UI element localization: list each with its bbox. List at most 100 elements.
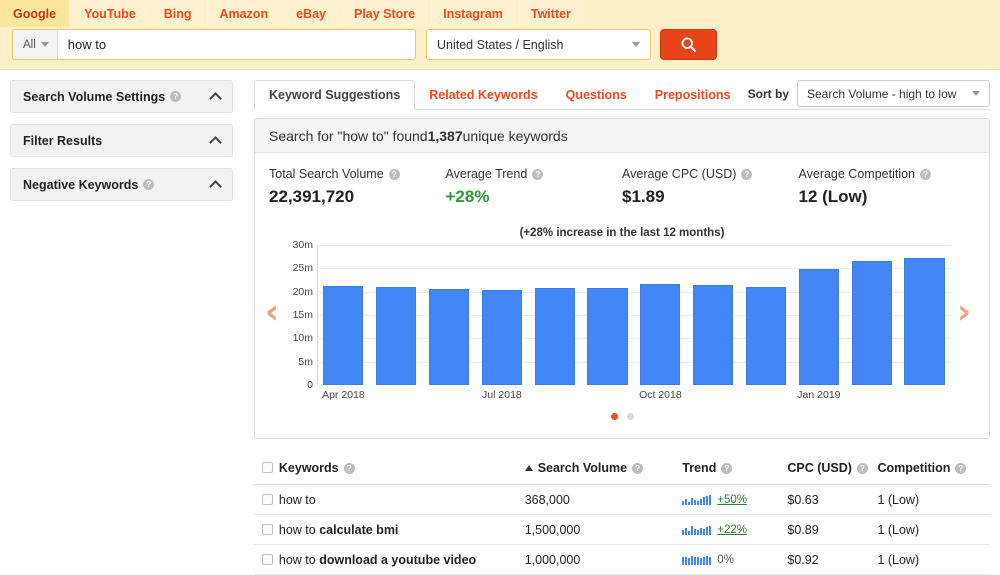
chart-bar[interactable] bbox=[376, 287, 417, 385]
chevron-left-icon: ‹ bbox=[265, 292, 280, 332]
engine-tab-youtube[interactable]: YouTube bbox=[71, 0, 151, 27]
keyword-highlight: calculate bmi bbox=[319, 522, 399, 537]
stat-average-cpc-usd: Average CPC (USD)? $1.89 bbox=[622, 167, 799, 207]
keyword-prefix: how to bbox=[278, 522, 320, 537]
help-icon[interactable]: ? bbox=[632, 462, 644, 474]
sidebar-panel-filter-results[interactable]: Filter Results bbox=[10, 124, 233, 157]
column-header-search-volume[interactable]: Search Volume? bbox=[524, 460, 683, 475]
engine-tab-ebay[interactable]: eBay bbox=[283, 0, 341, 27]
search-input[interactable] bbox=[57, 31, 415, 58]
stat-average-trend: Average Trend? +28% bbox=[446, 167, 623, 207]
engine-tab-google[interactable]: Google bbox=[0, 0, 72, 27]
summary-keyword-count: 1,387 bbox=[427, 127, 463, 144]
stat-value: 12 (Low) bbox=[798, 187, 868, 206]
scope-dropdown[interactable]: All bbox=[13, 30, 58, 59]
column-header-competition[interactable]: Competition? bbox=[877, 461, 990, 475]
help-icon[interactable]: ? bbox=[388, 169, 400, 180]
help-icon[interactable]: ? bbox=[920, 169, 932, 180]
chart-bar[interactable] bbox=[693, 285, 734, 385]
cell-cpc: $0.89 bbox=[787, 522, 819, 537]
row-checkbox[interactable] bbox=[262, 524, 273, 535]
chart-bar-cell bbox=[528, 245, 581, 385]
chart-bar[interactable] bbox=[640, 284, 681, 385]
help-icon[interactable]: ? bbox=[955, 462, 967, 474]
table-body: how to 368,000 +50% $0.63 1 (Low) how to calc… bbox=[254, 485, 990, 575]
tab-related-keywords[interactable]: Related Keywords bbox=[415, 81, 551, 109]
chart-bar[interactable] bbox=[534, 288, 575, 385]
stat-label: Average Competition? bbox=[799, 167, 976, 181]
help-icon[interactable]: ? bbox=[741, 169, 753, 180]
keyword-prefix: how to bbox=[278, 552, 320, 567]
column-header-trend[interactable]: Trend? bbox=[682, 461, 787, 475]
sidebar-panel-negative-keywords[interactable]: Negative Keywords? bbox=[10, 168, 233, 201]
chart-bar[interactable] bbox=[798, 269, 839, 385]
chart-x-tick: Jan 2019 bbox=[797, 389, 841, 401]
chart-bar[interactable] bbox=[745, 287, 787, 385]
chevron-up-icon bbox=[209, 92, 222, 105]
chart-bar-cell bbox=[317, 245, 370, 385]
search-button[interactable] bbox=[660, 29, 717, 60]
search-row: All United States / English bbox=[12, 29, 717, 60]
trend-percent[interactable]: +22% bbox=[717, 524, 747, 536]
chart-bar[interactable] bbox=[587, 288, 628, 385]
summary-stats: Total Search Volume? 22,391,720 Average Tr… bbox=[255, 153, 989, 209]
cell-search-volume: 1,500,000 bbox=[524, 522, 581, 537]
chart-x-tick: Apr 2018 bbox=[322, 389, 365, 401]
help-icon[interactable]: ? bbox=[343, 462, 355, 474]
sidebar-panel-title: Search Volume Settings bbox=[23, 89, 166, 104]
engine-tab-instagram[interactable]: Instagram bbox=[430, 0, 518, 27]
help-icon[interactable]: ? bbox=[856, 462, 868, 474]
carousel-dot[interactable] bbox=[626, 413, 634, 420]
chart-bar[interactable] bbox=[481, 289, 522, 385]
help-icon[interactable]: ? bbox=[721, 462, 733, 474]
tab-questions[interactable]: Questions bbox=[552, 81, 641, 109]
tab-keyword-suggestions[interactable]: Keyword Suggestions bbox=[254, 80, 416, 110]
engine-tab-play-store[interactable]: Play Store bbox=[340, 0, 431, 27]
cell-competition: 1 (Low) bbox=[877, 492, 920, 507]
select-all-checkbox[interactable] bbox=[262, 462, 273, 473]
sidebar-panel-title: Filter Results bbox=[23, 133, 103, 148]
chart-y-tick-labels: 0 5m 10m 15m 20m 25m 30m bbox=[281, 239, 313, 391]
row-checkbox[interactable] bbox=[262, 494, 273, 505]
chart-bar[interactable] bbox=[904, 257, 945, 385]
column-header-cpc[interactable]: CPC (USD)? bbox=[787, 461, 877, 475]
chart-bar[interactable] bbox=[429, 289, 470, 385]
column-label-trend: Trend bbox=[682, 460, 717, 475]
chevron-down-icon bbox=[972, 91, 980, 96]
column-header-keywords[interactable]: Keywords? bbox=[279, 461, 525, 475]
engine-tab-bing[interactable]: Bing bbox=[150, 0, 207, 27]
chart-x-tick: Jul 2018 bbox=[482, 389, 522, 401]
stat-value: $1.89 bbox=[622, 187, 665, 206]
cell-competition: 1 (Low) bbox=[877, 522, 920, 537]
help-icon[interactable]: ? bbox=[532, 169, 544, 180]
cell-keyword[interactable]: how to bbox=[279, 493, 525, 507]
chart-y-tick: 5m bbox=[298, 355, 313, 368]
language-dropdown[interactable]: United States / English bbox=[426, 29, 651, 60]
engine-tab-amazon[interactable]: Amazon bbox=[206, 0, 284, 27]
sparkline-icon bbox=[682, 494, 712, 505]
sidebar-panel-search-volume-settings[interactable]: Search Volume Settings? bbox=[10, 80, 233, 113]
cell-keyword[interactable]: how to download a youtube video bbox=[279, 553, 525, 567]
chart-bar[interactable] bbox=[323, 285, 364, 385]
engine-tab-twitter[interactable]: Twitter bbox=[517, 0, 586, 27]
column-label-search-volume: Search Volume bbox=[537, 460, 628, 475]
chevron-up-icon bbox=[209, 180, 222, 193]
cell-keyword[interactable]: how to calculate bmi bbox=[279, 523, 525, 537]
engine-tab-list: Google YouTube Bing Amazon eBay Play Store Ins… bbox=[0, 0, 586, 27]
chevron-down-icon bbox=[632, 42, 640, 47]
chart-bar-cell bbox=[475, 245, 528, 385]
help-icon[interactable]: ? bbox=[143, 179, 155, 190]
chart-bar[interactable] bbox=[851, 260, 892, 385]
carousel-dot[interactable] bbox=[610, 413, 618, 420]
row-select-cell bbox=[254, 524, 279, 535]
chart-title: (+28% increase in the last 12 months) bbox=[519, 227, 725, 239]
language-value: United States / English bbox=[437, 37, 564, 52]
cell-cpc: $0.92 bbox=[787, 552, 819, 567]
carousel-next-button[interactable]: › bbox=[957, 295, 979, 329]
row-checkbox[interactable] bbox=[262, 554, 273, 565]
tab-prepositions[interactable]: Prepositions bbox=[641, 81, 745, 109]
help-icon[interactable]: ? bbox=[170, 91, 182, 102]
sort-by-dropdown[interactable]: Search Volume - high to low bbox=[797, 80, 990, 107]
trend-percent[interactable]: +50% bbox=[717, 494, 747, 506]
stat-label: Average Trend? bbox=[446, 167, 623, 181]
